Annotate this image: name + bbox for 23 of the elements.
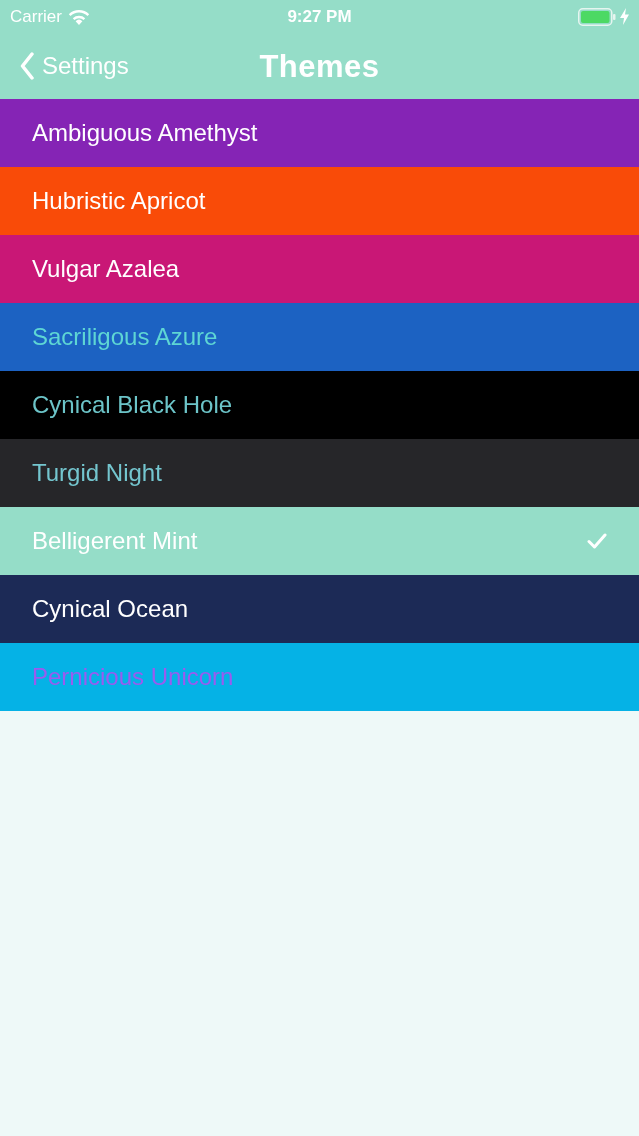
wifi-icon xyxy=(67,8,90,25)
checkmark-icon xyxy=(587,533,607,549)
theme-name: Ambiguous Amethyst xyxy=(32,121,258,145)
status-time: 9:27 PM xyxy=(287,8,352,25)
battery-icon xyxy=(578,7,616,26)
theme-name: Hubristic Apricot xyxy=(32,189,206,213)
nav-title: Themes xyxy=(259,50,380,82)
theme-row[interactable]: Hubristic Apricot xyxy=(0,167,639,235)
theme-name: Belligerent Mint xyxy=(32,529,198,553)
theme-row[interactable]: Ambiguous Amethyst xyxy=(0,99,639,167)
theme-row[interactable]: Turgid Night xyxy=(0,439,639,507)
theme-name: Cynical Black Hole xyxy=(32,393,233,417)
theme-row[interactable]: Cynical Ocean xyxy=(0,575,639,643)
carrier-label: Carrier xyxy=(10,8,62,25)
back-chevron-icon xyxy=(20,52,34,80)
theme-name: Turgid Night xyxy=(32,461,162,485)
theme-row[interactable]: Sacriligous Azure xyxy=(0,303,639,371)
theme-name: Cynical Ocean xyxy=(32,597,189,621)
theme-row[interactable]: Vulgar Azalea xyxy=(0,235,639,303)
theme-name: Sacriligous Azure xyxy=(32,325,218,349)
theme-name: Vulgar Azalea xyxy=(32,257,180,281)
theme-row[interactable]: Cynical Black Hole xyxy=(0,371,639,439)
theme-name: Pernicious Unicorn xyxy=(32,665,234,689)
